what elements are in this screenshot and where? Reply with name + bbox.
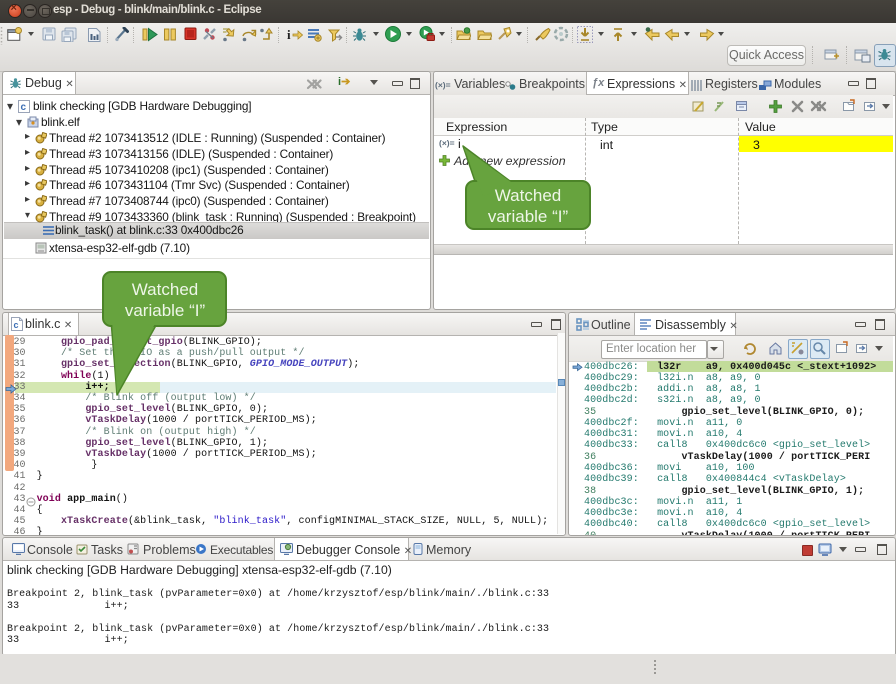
svg-text:variable “I”: variable “I”	[488, 207, 569, 226]
svg-text:Watched: Watched	[495, 186, 561, 205]
svg-text:Watched: Watched	[132, 280, 198, 299]
svg-text:variable “I”: variable “I”	[125, 301, 206, 320]
